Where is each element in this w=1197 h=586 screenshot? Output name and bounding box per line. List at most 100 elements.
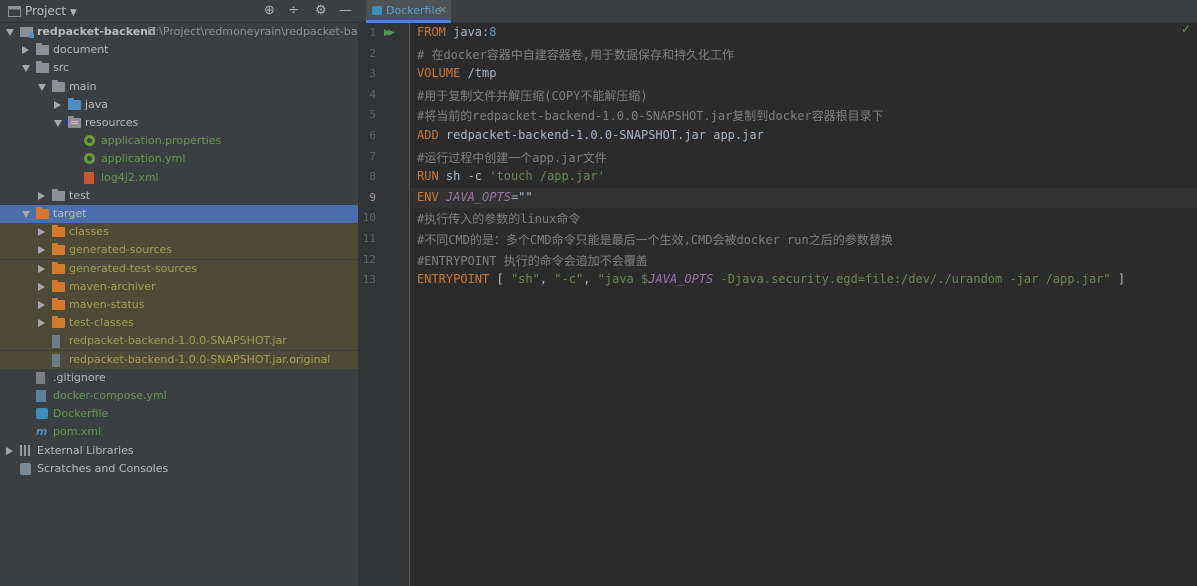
collapsed-arrow-icon[interactable] — [38, 319, 45, 328]
code-line[interactable]: #用于复制文件并解压缩(COPY不能解压缩) — [410, 85, 1197, 105]
tree-item[interactable]: redpacket-backend-1.0.0-SNAPSHOT.jar — [0, 332, 358, 351]
tree-item-label: log4j2.xml — [101, 170, 159, 184]
expanded-arrow-icon[interactable] — [6, 29, 14, 36]
tree-item[interactable]: main — [0, 78, 358, 96]
line-number-gutter[interactable]: ▶▶ 1 2 3 4 5 6 7 8 9 10 11 12 13 — [358, 23, 410, 586]
folder-icon — [52, 79, 65, 92]
code-text: RUN sh -c 'touch /app.jar' — [417, 169, 605, 183]
code-line[interactable]: ENV JAVA_OPTS="" — [410, 187, 1197, 208]
editor-tab-bar: Dockerfile × — [358, 0, 1197, 23]
line-number: 4 — [369, 87, 376, 101]
project-view-selector[interactable]: Project ▼ — [8, 4, 77, 18]
tree-item-label: docker-compose.yml — [53, 389, 167, 402]
tree-item[interactable]: redpacket-backend D:\Project\redmoneyrain… — [0, 23, 358, 41]
tree-item[interactable]: document — [0, 41, 358, 59]
gear-icon[interactable]: ⚙ — [315, 3, 327, 18]
tree-item[interactable]: redpacket-backend-1.0.0-SNAPSHOT.jar.ori… — [0, 350, 358, 369]
tree-item[interactable]: .gitignore — [0, 369, 358, 387]
tree-item-label: redpacket-backend-1.0.0-SNAPSHOT.jar — [69, 334, 287, 348]
collapsed-arrow-icon[interactable] — [22, 46, 29, 55]
collapsed-arrow-icon[interactable] — [38, 228, 45, 237]
code-text: # 在docker容器中自建容器卷,用于数据保存和持久化工作 — [417, 46, 734, 63]
collapsed-arrow-icon[interactable] — [54, 100, 61, 109]
locate-icon[interactable]: ⊕ — [264, 3, 275, 18]
expanded-arrow-icon[interactable] — [22, 65, 30, 73]
editor-area: Dockerfile × ▶▶ 1 2 3 4 5 6 7 8 9 10 11 12 13 FROM j… — [358, 0, 1197, 586]
inspection-ok-icon[interactable]: ✓ — [1181, 22, 1191, 36]
code-text: FROM java:8 — [417, 25, 496, 39]
code-token: #ENTRYPOINT 执行的命令会追加不会覆盖 — [417, 253, 648, 268]
code-line[interactable]: ENTRYPOINT [ "sh", "-c", "java $JAVA_OPT… — [410, 270, 1197, 290]
source-folder-icon — [68, 97, 81, 110]
tree-item[interactable]: target — [0, 205, 358, 223]
tree-item[interactable]: Dockerfile — [0, 405, 358, 423]
hide-icon[interactable]: — — [339, 3, 352, 18]
tree-item[interactable]: application.properties — [0, 132, 358, 150]
tree-item[interactable]: maven-status — [0, 296, 358, 314]
collapse-all-icon[interactable]: ÷ — [288, 3, 299, 18]
code-line[interactable]: RUN sh -c 'touch /app.jar' — [410, 167, 1197, 187]
collapsed-arrow-icon[interactable] — [38, 191, 45, 200]
tree-item[interactable]: maven-archiver — [0, 277, 358, 296]
tree-item-label: target — [53, 207, 87, 220]
tree-item[interactable]: test — [0, 187, 358, 205]
code-text: #运行过程中创建一个app.jar文件 — [417, 149, 607, 166]
excluded-folder-icon — [52, 225, 65, 238]
tree-item[interactable]: generated-test-sources — [0, 259, 358, 278]
tab-label: Dockerfile — [386, 4, 442, 17]
tree-item[interactable]: java — [0, 96, 358, 114]
code-line[interactable]: ADD redpacket-backend-1.0.0-SNAPSHOT.jar… — [410, 126, 1197, 146]
collapsed-arrow-icon[interactable] — [6, 446, 13, 455]
code-token: ADD — [417, 128, 446, 142]
tree-item[interactable]: generated-sources — [0, 241, 358, 260]
project-path: D:\Project\redmoneyrain\redpacket-backen… — [147, 25, 358, 38]
line-number: 12 — [362, 252, 376, 266]
code-token: , — [583, 272, 598, 287]
tree-item[interactable]: Scratches and Consoles — [0, 460, 358, 478]
tree-item-label: maven-status — [69, 298, 145, 311]
code-line[interactable]: #将当前的redpacket-backend-1.0.0-SNAPSHOT.ja… — [410, 105, 1197, 125]
resources-folder-icon — [68, 116, 81, 128]
code-line[interactable]: #不同CMD的是：多个CMD命令只能是最后一个生效,CMD会被docker ru… — [410, 229, 1197, 249]
code-text: #用于复制文件并解压缩(COPY不能解压缩) — [417, 87, 648, 104]
line-number: 11 — [362, 232, 376, 245]
collapsed-arrow-icon[interactable] — [38, 264, 45, 273]
project-panel-title: Project — [25, 4, 67, 18]
tree-item[interactable]: test-classes — [0, 314, 358, 333]
tree-item[interactable]: docker-compose.yml — [0, 387, 358, 405]
tab-dockerfile[interactable]: Dockerfile × — [366, 0, 451, 23]
collapsed-arrow-icon[interactable] — [38, 282, 45, 291]
expanded-arrow-icon[interactable] — [22, 211, 30, 218]
code-line[interactable]: #ENTRYPOINT 执行的命令会追加不会覆盖 — [410, 250, 1197, 270]
code-line[interactable]: FROM java:8 — [410, 23, 1197, 43]
tree-item-label: document — [53, 43, 109, 57]
tree-item[interactable]: application.yml — [0, 150, 358, 168]
code-editor[interactable]: FROM java:8 # 在docker容器中自建容器卷,用于数据保存和持久化工… — [410, 23, 1197, 586]
code-text: #将当前的redpacket-backend-1.0.0-SNAPSHOT.ja… — [417, 107, 884, 124]
tree-item-label: redpacket-backend — [37, 25, 156, 38]
tree-item[interactable]: resources — [0, 114, 358, 132]
tree-item-label: generated-test-sources — [69, 261, 198, 275]
tree-item-label: redpacket-backend-1.0.0-SNAPSHOT.jar.ori… — [69, 352, 331, 366]
code-line[interactable]: VOLUME /tmp — [410, 64, 1197, 84]
scratches-icon — [20, 462, 31, 475]
run-icon[interactable]: ▶▶ — [384, 28, 395, 38]
code-text: ADD redpacket-backend-1.0.0-SNAPSHOT.jar… — [417, 128, 764, 142]
spring-icon — [84, 153, 95, 165]
tree-item[interactable]: External Libraries — [0, 442, 358, 460]
collapsed-arrow-icon[interactable] — [38, 246, 45, 255]
tree-item[interactable]: log4j2.xml — [0, 169, 358, 187]
tree-item[interactable]: m pom.xml — [0, 423, 358, 441]
expanded-arrow-icon[interactable] — [54, 120, 62, 127]
tree-item[interactable]: src — [0, 59, 358, 77]
code-line[interactable]: # 在docker容器中自建容器卷,用于数据保存和持久化工作 — [410, 44, 1197, 64]
expanded-arrow-icon[interactable] — [38, 83, 46, 91]
collapsed-arrow-icon[interactable] — [38, 301, 45, 309]
code-text: #ENTRYPOINT 执行的命令会追加不会覆盖 — [417, 252, 648, 269]
code-line[interactable]: #执行传入的参数的linux命令 — [410, 208, 1197, 228]
excluded-folder-icon — [52, 279, 65, 292]
tree-item[interactable]: classes — [0, 223, 358, 242]
libraries-icon — [20, 444, 32, 456]
code-line[interactable]: #运行过程中创建一个app.jar文件 — [410, 147, 1197, 167]
close-icon[interactable]: × — [438, 3, 447, 16]
